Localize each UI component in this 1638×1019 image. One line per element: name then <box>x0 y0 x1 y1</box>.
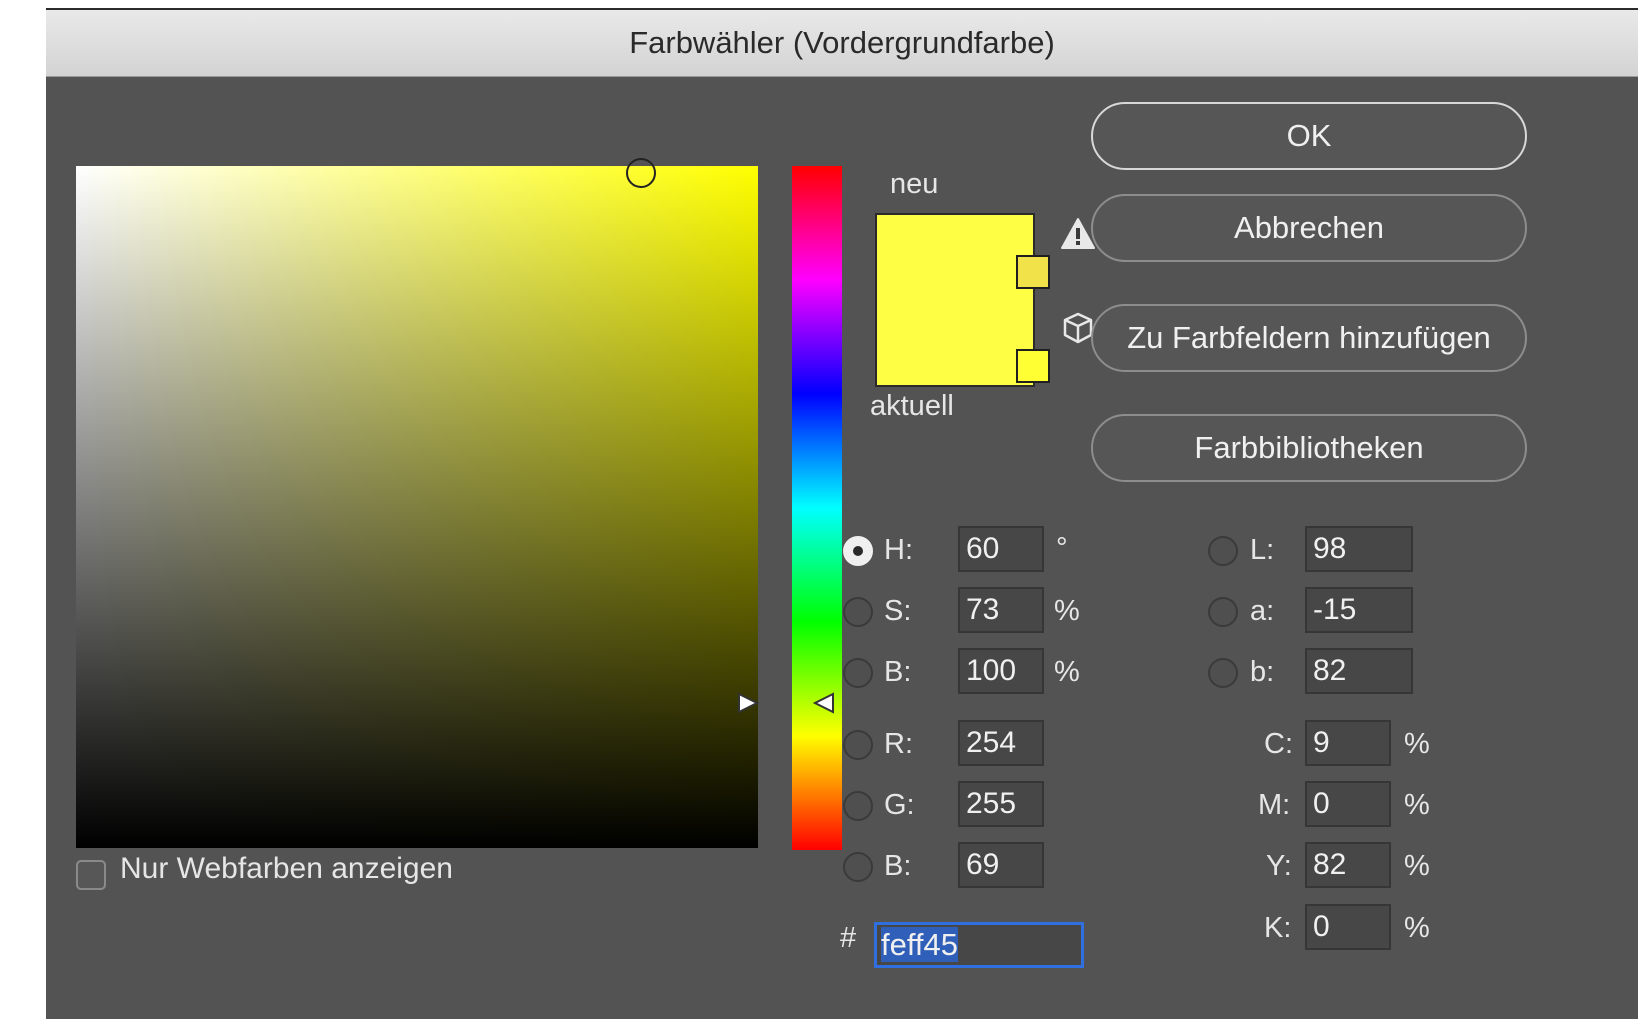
radio-lab-b[interactable] <box>1208 658 1238 688</box>
hue-unit: ° <box>1056 532 1068 564</box>
hex-label: # <box>840 922 857 954</box>
cyan-label: C: <box>1264 728 1293 760</box>
radio-red[interactable] <box>843 730 873 760</box>
color-picker-dialog: Farbwähler (Vordergrundfarbe) neu aktuel… <box>46 8 1638 1019</box>
hue-slider[interactable] <box>792 166 842 850</box>
gamut-warning-swatch[interactable] <box>1016 255 1050 289</box>
black-label: K: <box>1264 912 1292 944</box>
brightness-label: B: <box>884 656 912 688</box>
red-input[interactable]: 254 <box>958 720 1044 766</box>
lab-a-input[interactable]: -15 <box>1305 587 1413 633</box>
magenta-input[interactable]: 0 <box>1305 781 1391 827</box>
hue-slider-left-handle[interactable] <box>736 691 760 715</box>
magenta-unit: % <box>1404 789 1430 821</box>
brightness-input[interactable]: 100 <box>958 648 1044 694</box>
saturation-label: S: <box>884 595 912 627</box>
green-label: G: <box>884 789 915 821</box>
saturation-input[interactable]: 73 <box>958 587 1044 633</box>
radio-brightness[interactable] <box>843 658 873 688</box>
color-field[interactable] <box>76 158 758 848</box>
lab-b-input[interactable]: 82 <box>1305 648 1413 694</box>
yellow-input[interactable]: 82 <box>1305 842 1391 888</box>
lab-a-label: a: <box>1250 595 1275 627</box>
ok-button[interactable]: OK <box>1091 102 1527 170</box>
lab-l-input[interactable]: 98 <box>1305 526 1413 572</box>
cyan-input[interactable]: 9 <box>1305 720 1391 766</box>
radio-lab-a[interactable] <box>1208 597 1238 627</box>
saturation-unit: % <box>1054 595 1080 627</box>
current-color-label: aktuell <box>870 390 954 422</box>
hue-slider-right-handle[interactable] <box>812 691 836 715</box>
magenta-label: M: <box>1258 789 1291 821</box>
web-safe-swatch[interactable] <box>1016 349 1050 383</box>
brightness-unit: % <box>1054 656 1080 688</box>
color-libraries-button[interactable]: Farbbibliotheken <box>1091 414 1527 482</box>
color-field-cursor[interactable] <box>626 158 656 188</box>
cyan-unit: % <box>1404 728 1430 760</box>
yellow-label: Y: <box>1266 850 1292 882</box>
radio-hue[interactable] <box>843 536 873 566</box>
hex-input[interactable]: feff45 <box>874 922 1084 968</box>
web-colors-only-label: Nur Webfarben anzeigen <box>120 852 453 885</box>
black-unit: % <box>1404 912 1430 944</box>
hue-label: H: <box>884 534 913 566</box>
black-input[interactable]: 0 <box>1305 904 1391 950</box>
lab-b-label: b: <box>1250 656 1275 688</box>
hue-input[interactable]: 60 <box>958 526 1044 572</box>
radio-saturation[interactable] <box>843 597 873 627</box>
dialog-title: Farbwähler (Vordergrundfarbe) <box>46 10 1638 77</box>
blue-input[interactable]: 69 <box>958 842 1044 888</box>
radio-green[interactable] <box>843 791 873 821</box>
red-label: R: <box>884 728 913 760</box>
radio-blue[interactable] <box>843 852 873 882</box>
hex-value: feff45 <box>881 927 959 962</box>
blue-label: B: <box>884 850 912 882</box>
cancel-button[interactable]: Abbrechen <box>1091 194 1527 262</box>
radio-lightness[interactable] <box>1208 536 1238 566</box>
yellow-unit: % <box>1404 850 1430 882</box>
web-colors-only-checkbox[interactable] <box>76 860 106 890</box>
new-color-label: neu <box>890 168 939 200</box>
new-color-swatch <box>875 213 1035 387</box>
lab-l-label: L: <box>1250 534 1275 566</box>
add-to-swatches-button[interactable]: Zu Farbfeldern hinzufügen <box>1091 304 1527 372</box>
green-input[interactable]: 255 <box>958 781 1044 827</box>
